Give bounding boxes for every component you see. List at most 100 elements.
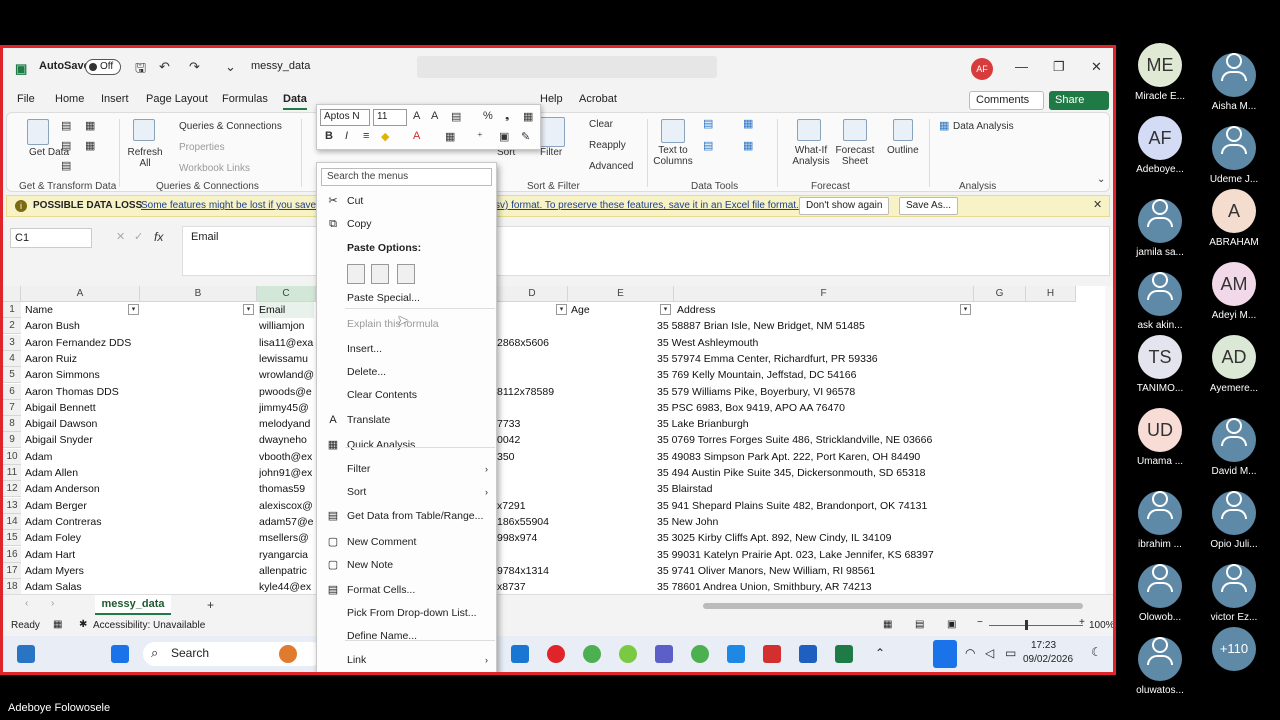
forecast-sheet-icon[interactable] — [843, 119, 867, 141]
row-header[interactable]: 1 — [3, 302, 21, 318]
email-cell[interactable]: ryangarcia — [259, 547, 315, 563]
close-icon[interactable]: ✕ — [1091, 60, 1102, 73]
address-cell[interactable]: 35 99031 Katelyn Prairie Apt. 023, Lake … — [657, 547, 973, 563]
menu-item-get-data-from-table-range[interactable]: ▤ Get Data from Table/Range... — [317, 505, 496, 527]
widgets-icon[interactable] — [17, 645, 35, 663]
tab-page-layout[interactable]: Page Layout — [146, 93, 208, 105]
column-header[interactable]: A — [21, 286, 140, 302]
save-icon[interactable]: 🖫 — [135, 61, 146, 74]
name-cell[interactable]: Aaron Fernandez DDS — [25, 335, 139, 351]
phone-cell[interactable]: x8737 — [497, 579, 567, 595]
row-header[interactable]: 6 — [3, 383, 21, 400]
vertical-scrollbar[interactable] — [1105, 286, 1113, 594]
redo-icon[interactable]: ↷ — [189, 60, 200, 73]
tab-insert[interactable]: Insert — [101, 93, 129, 105]
participant-tile[interactable]: jamila sa... — [1119, 189, 1201, 263]
data-analysis-button[interactable]: Data Analysis — [953, 121, 1014, 132]
accessibility-icon[interactable]: ✱ — [79, 619, 87, 630]
page-break-view-icon[interactable]: ▣ — [947, 619, 956, 630]
autosave-toggle[interactable]: Off — [85, 59, 121, 75]
name-cell[interactable]: Abigail Bennett — [25, 400, 139, 416]
address-cell[interactable]: 35 941 Shepard Plains Suite 482, Brandon… — [657, 498, 973, 514]
dont-show-again-button[interactable]: Don't show again — [799, 197, 890, 215]
next-sheet-icon[interactable]: › — [51, 599, 54, 609]
name-cell[interactable]: Aaron Simmons — [25, 367, 139, 383]
refresh-all-icon[interactable] — [133, 119, 155, 141]
participant-tile[interactable]: oluwatos... — [1119, 627, 1201, 701]
queries-connections-button[interactable]: Queries & Connections — [179, 121, 282, 132]
cancel-entry-icon[interactable]: ✕ — [116, 232, 125, 243]
name-cell[interactable]: Aaron Thomas DDS — [25, 384, 139, 400]
borders-icon[interactable]: ▦ — [523, 110, 533, 123]
comma-style-icon[interactable]: ❟ — [505, 110, 509, 123]
row-header[interactable]: 11 — [3, 465, 21, 481]
fill-color-icon[interactable]: ◆ — [381, 130, 389, 143]
search-highlight-icon[interactable] — [279, 645, 297, 663]
bold-icon[interactable]: B — [325, 130, 333, 142]
row-header[interactable]: 10 — [3, 448, 21, 465]
participant-tile[interactable]: TS TANIMO... — [1119, 335, 1201, 409]
menu-item-new-note[interactable]: ▢ New Note — [317, 554, 496, 576]
filter-funnel-icon[interactable] — [537, 117, 565, 147]
email-cell[interactable]: msellers@ — [259, 530, 315, 546]
tab-home[interactable]: Home — [55, 93, 84, 105]
column-header[interactable]: B — [140, 286, 257, 302]
row-header[interactable]: 14 — [3, 513, 21, 530]
page-layout-view-icon[interactable]: ▤ — [915, 619, 924, 630]
email-cell[interactable]: allenpatric — [259, 563, 315, 579]
workbook-links-button[interactable]: Workbook Links — [179, 163, 250, 174]
phone-cell[interactable]: 9784x1314 — [497, 563, 567, 579]
font-color-icon[interactable]: A — [413, 130, 420, 142]
accessibility-status[interactable]: Accessibility: Unavailable — [93, 620, 205, 631]
close-infobar-icon[interactable]: ✕ — [1093, 200, 1102, 211]
address-cell[interactable]: 35 West Ashleymouth — [657, 335, 973, 351]
wifi-icon[interactable]: ◠ — [965, 646, 975, 660]
row-header[interactable]: 4 — [3, 350, 21, 367]
name-cell[interactable]: Abigail Dawson — [25, 416, 139, 432]
consolidate-icon[interactable]: ▦ — [743, 119, 753, 130]
refresh-all-label[interactable]: Refresh All — [125, 147, 165, 169]
normal-view-icon[interactable]: ▦ — [883, 619, 892, 630]
scroll-thumb[interactable] — [703, 603, 1083, 609]
email-cell[interactable]: vbooth@ex — [259, 449, 315, 465]
phone-cell[interactable]: 2868x5606 — [497, 335, 567, 351]
row-header[interactable]: 3 — [3, 334, 21, 351]
name-cell[interactable]: Adam Anderson — [25, 481, 139, 497]
row-header[interactable]: 18 — [3, 579, 21, 596]
clock-time[interactable]: 17:23 — [1031, 640, 1056, 651]
phone-cell[interactable] — [497, 465, 567, 481]
row-header[interactable]: 7 — [3, 399, 21, 416]
row-header[interactable]: 2 — [3, 318, 21, 335]
remove-duplicates-icon[interactable]: ▤ — [703, 141, 713, 152]
menu-item-quick-analysis[interactable]: ▦ Quick Analysis — [317, 434, 496, 456]
increase-font-icon[interactable]: A — [413, 110, 420, 122]
comments-button[interactable]: Comments — [969, 91, 1044, 110]
menu-item-filter[interactable]: Filter › — [317, 458, 496, 480]
user-avatar[interactable]: AF — [971, 58, 993, 80]
email-cell[interactable]: pwoods@e — [259, 384, 315, 400]
column-header[interactable]: G — [974, 286, 1026, 302]
microphone-icon[interactable] — [933, 640, 957, 668]
filter-dropdown-icon[interactable]: ▾ — [660, 304, 671, 315]
phone-cell[interactable]: 186x55904 — [497, 514, 567, 530]
title-search-box[interactable] — [417, 56, 717, 78]
format-painter-icon[interactable]: ✎ — [521, 130, 530, 143]
filter-dropdown-icon[interactable]: ▾ — [243, 304, 254, 315]
battery-icon[interactable]: ▭ — [1005, 646, 1016, 660]
menu-item-insert[interactable]: Insert... — [317, 338, 496, 360]
properties-button[interactable]: Properties — [179, 142, 225, 153]
row-header[interactable]: 5 — [3, 367, 21, 384]
phone-cell[interactable]: 350 — [497, 449, 567, 465]
tab-file[interactable]: File — [17, 93, 35, 105]
filter-button[interactable]: Filter — [540, 147, 562, 158]
column-header[interactable]: E — [568, 286, 674, 302]
insert-function-icon[interactable]: fx — [154, 231, 163, 243]
merge-icon[interactable]: ▣ — [499, 130, 509, 143]
opera-icon[interactable] — [547, 645, 565, 663]
border-style-icon[interactable]: ▦ — [445, 130, 455, 143]
participant-tile[interactable]: Aisha M... — [1193, 43, 1275, 117]
teams-icon[interactable] — [655, 645, 673, 663]
tab-help[interactable]: Help — [540, 93, 563, 105]
app-icon[interactable] — [619, 645, 637, 663]
participant-tile[interactable]: AF Adeboye... — [1119, 116, 1201, 190]
